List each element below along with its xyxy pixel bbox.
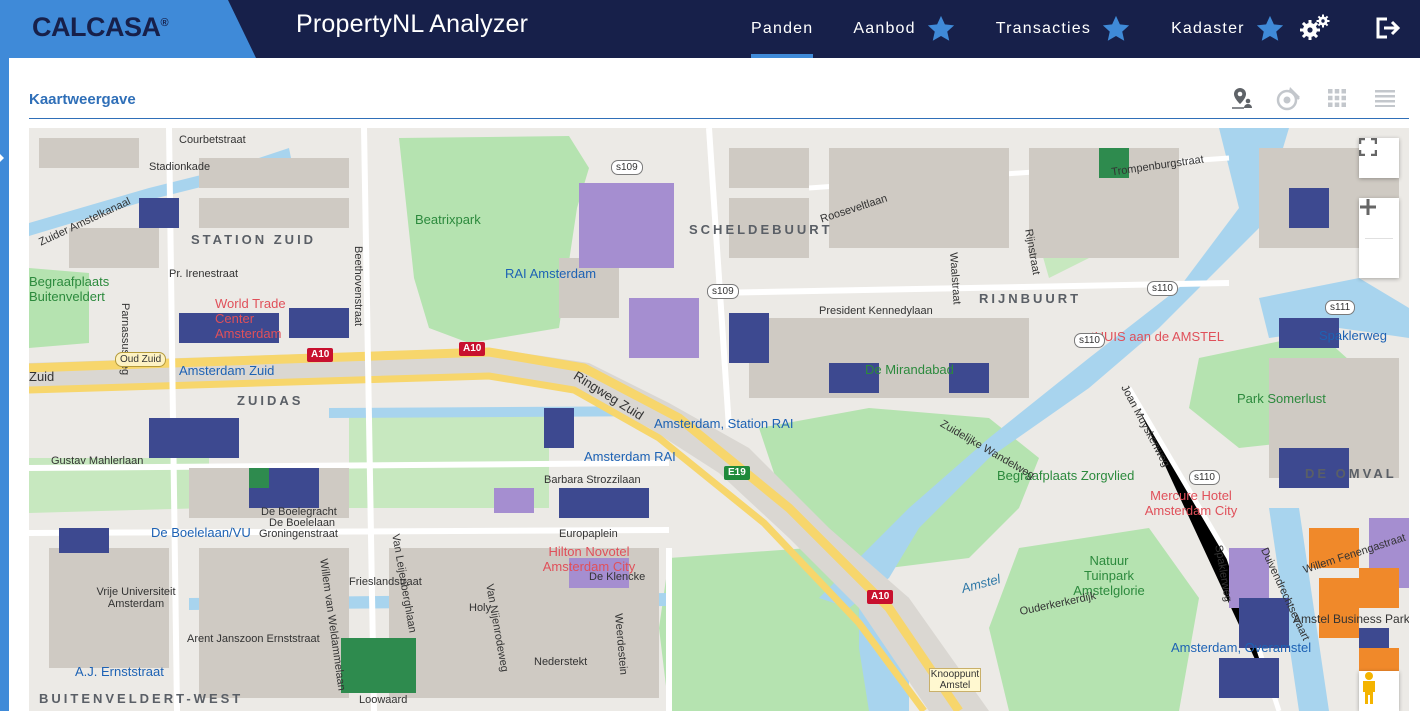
expand-arrow-icon: [0, 154, 4, 162]
star-icon[interactable]: [1101, 14, 1131, 44]
park-label: De Mirandabad: [865, 362, 954, 377]
main-nav: Panden Aanbod Transacties Kadaster: [740, 0, 1314, 58]
star-icon[interactable]: [926, 14, 956, 44]
station-label[interactable]: Amsterdam RAI: [584, 449, 676, 464]
zoom-out-button[interactable]: [1359, 205, 1399, 278]
station-label[interactable]: De Boelelaan/VU: [151, 525, 251, 540]
street-label: Beethovenstraat: [352, 246, 364, 327]
map-marker-user-icon[interactable]: [1228, 84, 1256, 112]
street-label: Zuid: [29, 369, 55, 384]
road-shield: s109: [611, 160, 643, 175]
road-shield: s110: [1189, 470, 1220, 485]
street-label: Barbara Strozzilaan: [544, 474, 641, 486]
station-label[interactable]: A.J. Ernststraat: [75, 664, 164, 679]
map-canvas[interactable]: STATION ZUID SCHELDEBUURT RIJNBUURT ZUID…: [29, 128, 1409, 711]
district-label: STATION ZUID: [191, 232, 317, 247]
district-label: SCHELDEBUURT: [689, 222, 833, 237]
list-view-icon[interactable]: [1371, 84, 1399, 112]
logo-area[interactable]: CALCASA®: [0, 0, 256, 58]
street-label: Pr. Irenestraat: [169, 268, 239, 280]
gears-icon[interactable]: [1297, 10, 1333, 46]
sidebar-toggle-strip[interactable]: [0, 58, 9, 711]
district-label: BUITENVELDERT-WEST: [39, 691, 244, 706]
road-shield: s111: [1325, 300, 1356, 315]
nav-tab-kadaster[interactable]: Kadaster: [1160, 0, 1296, 58]
road-shield: s109: [707, 284, 739, 299]
street-label: De Klencke: [589, 571, 646, 583]
station-label[interactable]: Amsterdam, Station RAI: [654, 416, 793, 431]
pegman-icon[interactable]: [1359, 671, 1399, 711]
junction-label: Knooppunt Amstel: [929, 668, 981, 692]
station-label[interactable]: Spaklerweg: [1319, 328, 1387, 343]
street-label: Amstel Business Park: [1293, 612, 1409, 626]
highway-shield: A10: [867, 590, 894, 604]
street-label: Gustav Mahlerlaan: [51, 455, 144, 467]
highway-shield: E19: [724, 466, 750, 480]
nav-tab-transacties[interactable]: Transacties: [985, 0, 1142, 58]
station-label[interactable]: Amsterdam, Overamstel: [1171, 640, 1311, 655]
star-icon[interactable]: [1255, 14, 1285, 44]
poi-label[interactable]: World Trade Center Amsterdam: [215, 296, 315, 341]
highway-shield: A10: [307, 348, 334, 362]
poi-label[interactable]: RAI Amsterdam: [505, 266, 596, 281]
street-label: Stadionkade: [149, 161, 211, 173]
top-navigation-bar: CALCASA® PropertyNL Analyzer Panden Aanb…: [0, 0, 1420, 58]
poi-label[interactable]: Hilton Novotel Amsterdam City: [539, 544, 639, 574]
poi-label[interactable]: tHUIS aan de AMSTEL: [1091, 329, 1224, 344]
grid-view-icon[interactable]: [1323, 84, 1351, 112]
road-shield: s110: [1074, 333, 1105, 348]
road-shield: s110: [1147, 281, 1178, 296]
calcasa-logo: CALCASA®: [32, 12, 169, 42]
station-label[interactable]: Amsterdam Zuid: [179, 363, 274, 378]
map-layers-icon[interactable]: [1275, 84, 1303, 112]
logout-icon[interactable]: [1370, 10, 1406, 46]
park-label: Begraafplaats Buitenveldert: [29, 274, 110, 304]
park-label: Park Somerlust: [1237, 391, 1326, 406]
district-label: DE OMVAL: [1305, 466, 1397, 481]
fullscreen-icon[interactable]: [1359, 138, 1399, 178]
nav-tab-aanbod[interactable]: Aanbod: [842, 0, 966, 58]
district-label: ZUIDAS: [237, 393, 304, 408]
panel-title: Kaartweergave: [29, 91, 136, 108]
panel-divider: [29, 118, 1409, 119]
street-label: Oud Zuid: [115, 352, 167, 367]
street-label: Groningenstraat: [259, 528, 338, 540]
street-label: Frieslandstraat: [349, 576, 422, 588]
street-label: Europaplein: [559, 528, 618, 540]
district-label: RIJNBUURT: [979, 291, 1082, 306]
street-label: Nederstekt: [534, 656, 588, 668]
street-label: President Kennedylaan: [819, 305, 933, 317]
street-label: Arent Janszoon Ernststraat: [187, 633, 320, 645]
poi-label[interactable]: Mercure Hotel Amsterdam City: [1131, 488, 1251, 518]
nav-tab-panden[interactable]: Panden: [740, 0, 824, 58]
park-label: Beatrixpark: [415, 212, 481, 227]
app-title: PropertyNL Analyzer: [296, 10, 529, 38]
university-label: Vrije Universiteit Amsterdam: [96, 586, 176, 610]
zoom-control: [1359, 198, 1399, 278]
street-label: Loowaard: [359, 694, 408, 706]
park-label: Natuur Tuinpark Amstelglorie: [1073, 553, 1145, 598]
street-label: Courbetstraat: [179, 134, 246, 146]
highway-shield: A10: [459, 342, 486, 356]
